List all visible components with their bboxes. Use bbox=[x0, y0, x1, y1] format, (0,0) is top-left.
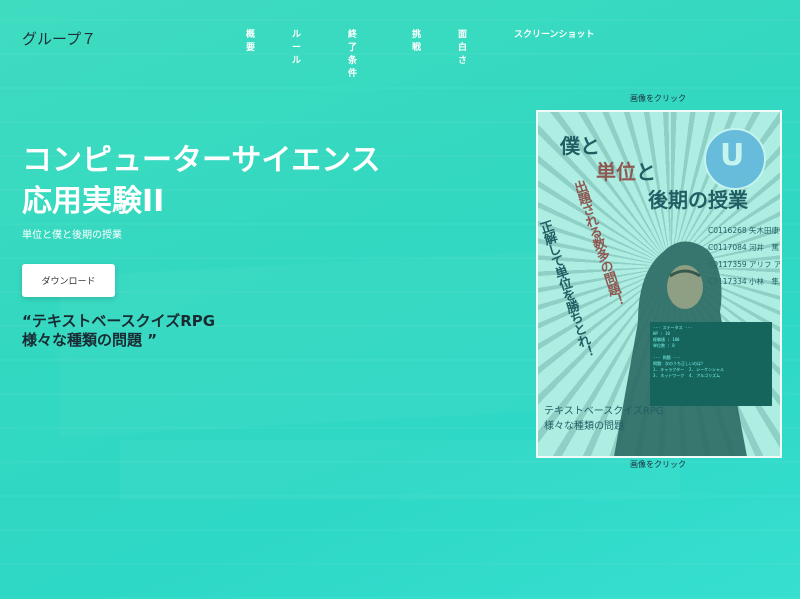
nav-item-fun[interactable]: 面白さ bbox=[458, 27, 467, 66]
hero-title: コンピューターサイエンス応用実験II bbox=[22, 143, 381, 219]
poster-image[interactable]: 僕と 単位と 後期の授業 U 出題される数多の問題！ 正解して単位を勝ちとれ！ … bbox=[536, 110, 782, 458]
nav-item-overview[interactable]: 概要 bbox=[246, 27, 255, 53]
nav-item-screenshots[interactable]: スクリーンショット bbox=[514, 27, 595, 40]
download-button[interactable]: ダウンロード bbox=[22, 264, 115, 297]
image-caption-top: 画像をクリック bbox=[630, 94, 686, 103]
brand-logo[interactable]: グループ７ bbox=[22, 28, 96, 49]
nav-item-challenge[interactable]: 挑戦 bbox=[412, 27, 421, 53]
poster-overlay bbox=[538, 112, 780, 456]
nav-item-end-conditions[interactable]: 終了条件 bbox=[348, 27, 357, 79]
nav-item-rules[interactable]: ルール bbox=[292, 27, 301, 66]
hero-subtitle: 単位と僕と後期の授業 bbox=[22, 230, 122, 241]
image-caption-bottom: 画像をクリック bbox=[630, 460, 686, 469]
hero-quote: “テキストベースクイズRPG 様々な種類の問題 ” bbox=[22, 312, 216, 349]
